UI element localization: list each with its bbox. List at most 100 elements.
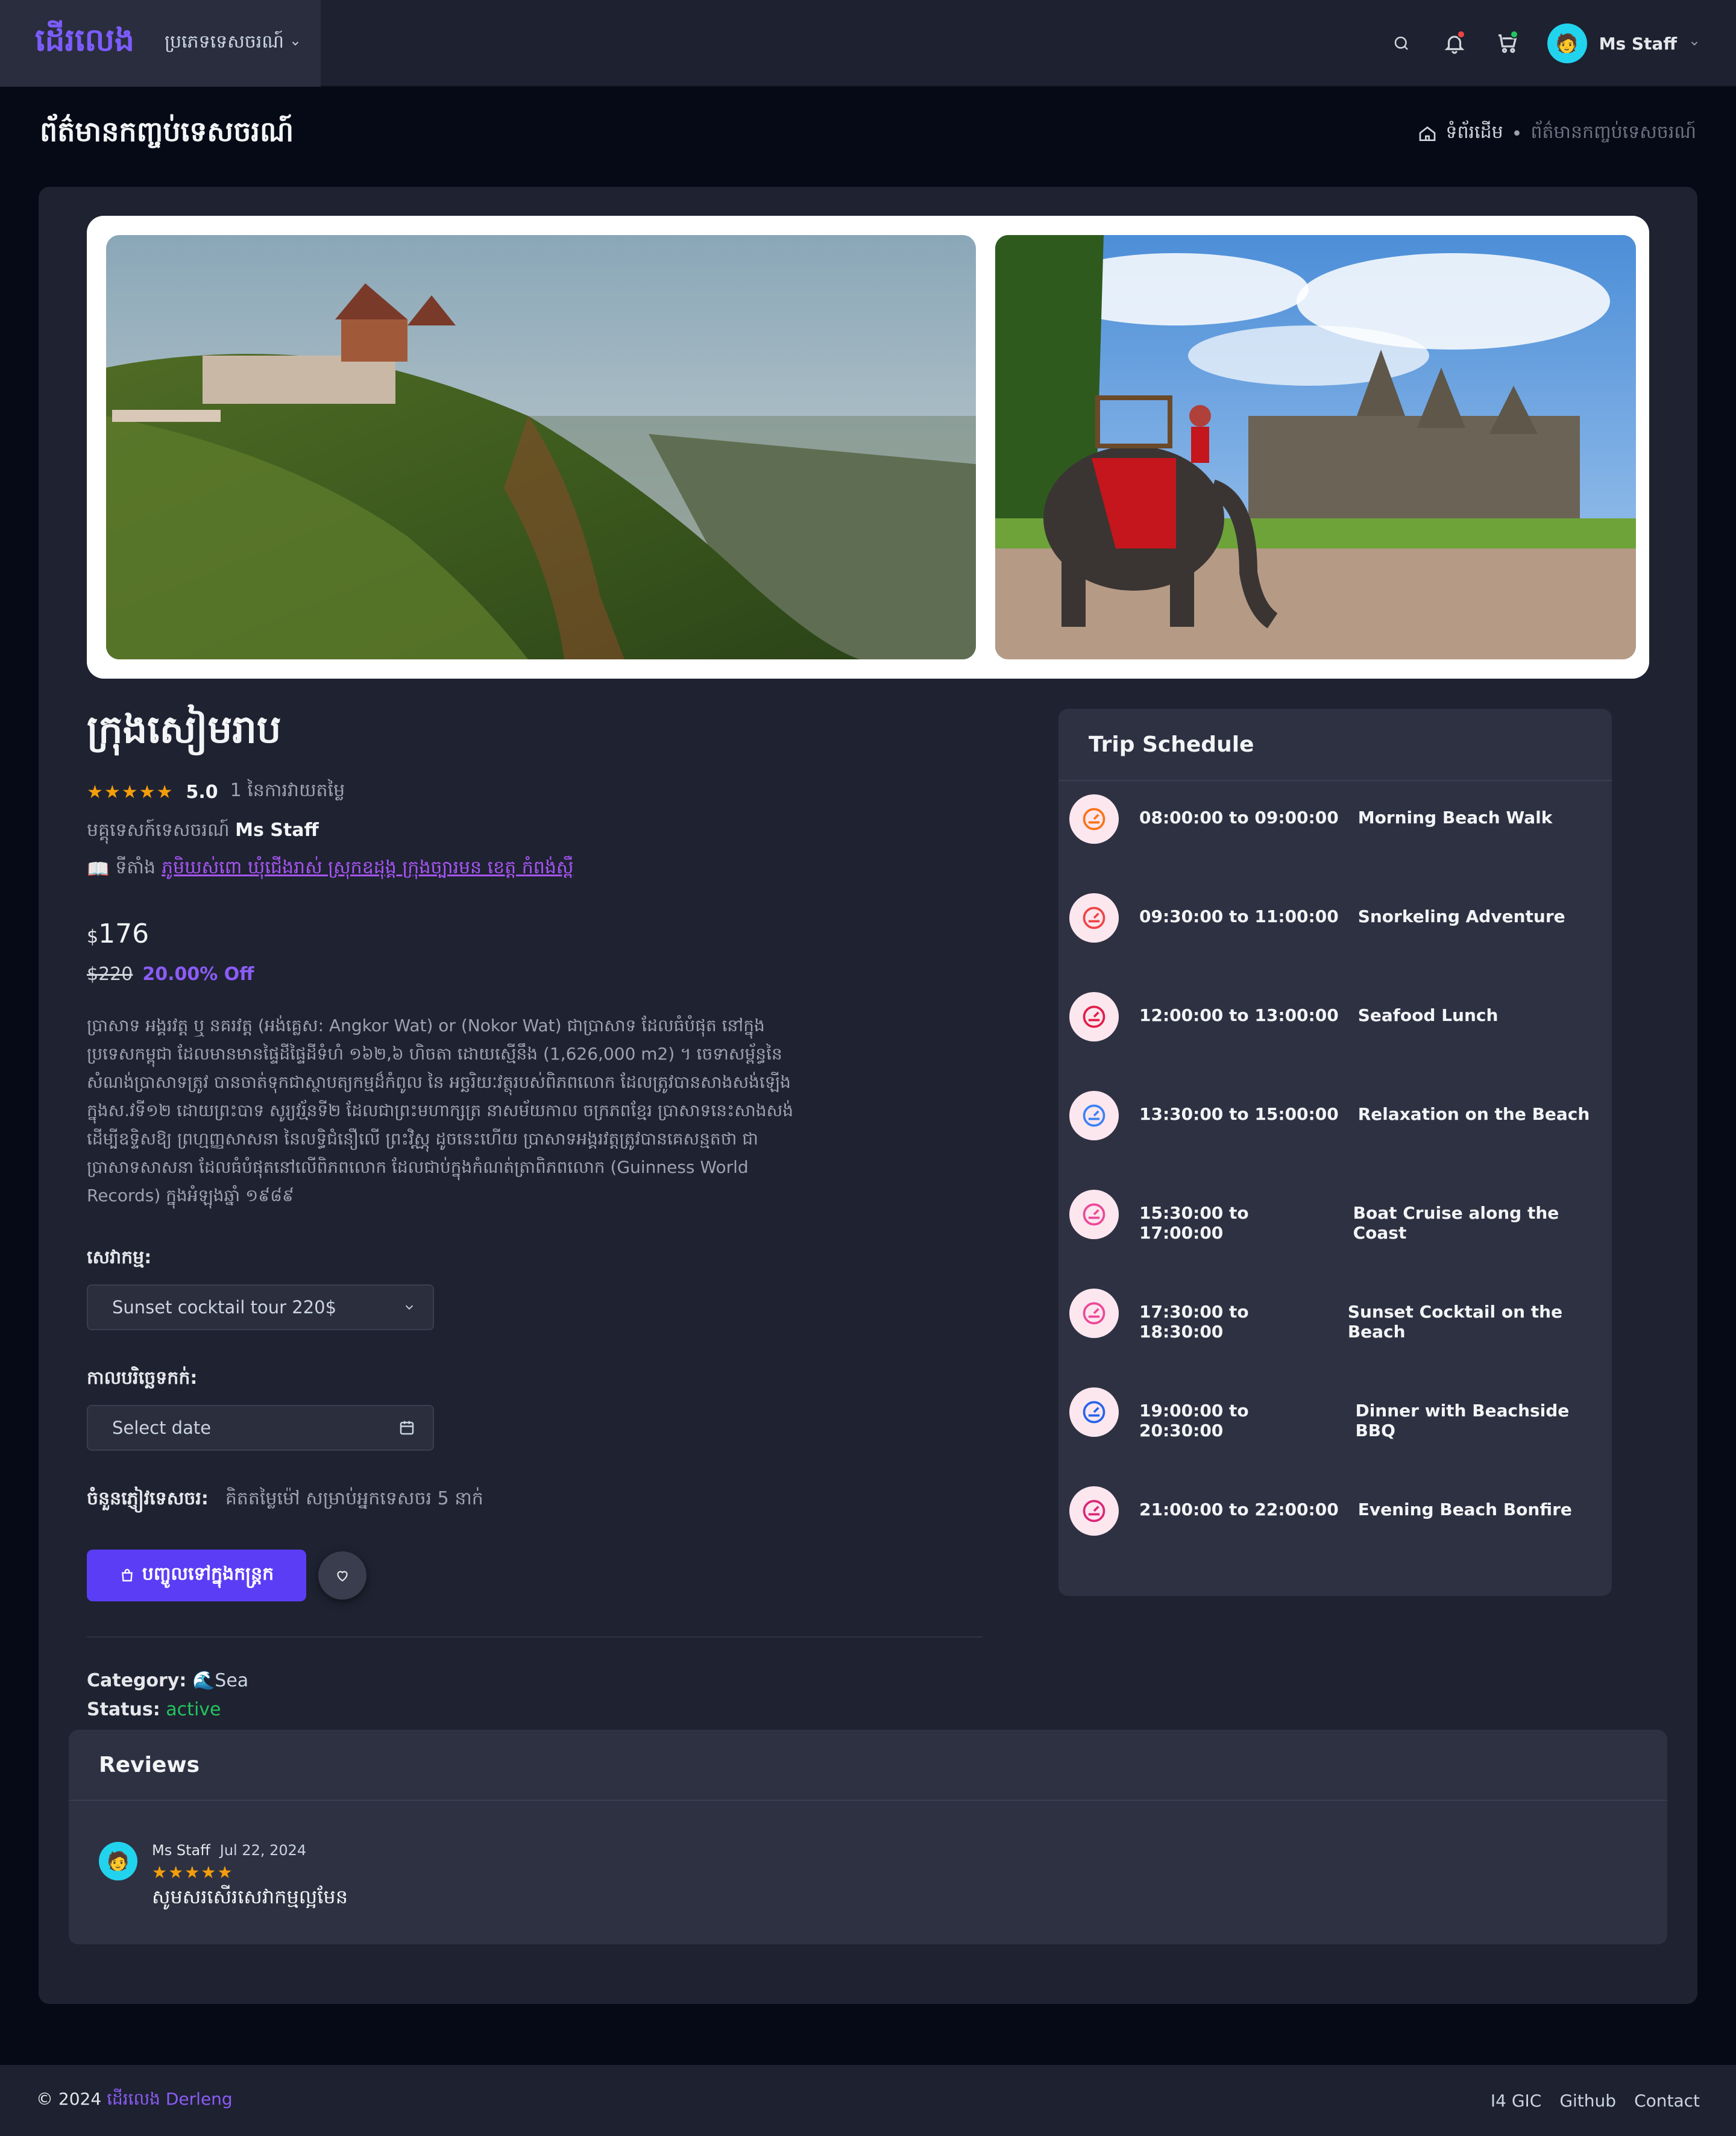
gauge-icon: [1069, 992, 1119, 1041]
brand-area: ដើរលេង ប្រភេទទេសចរណ៍: [0, 0, 321, 87]
discount-row: $220 20.00% Off: [87, 964, 1027, 985]
review-date: Jul 22, 2024: [219, 1842, 307, 1859]
category-value: Sea: [215, 1670, 249, 1691]
gauge-icon: [1069, 1091, 1119, 1140]
brand-logo[interactable]: ដើរលេង: [35, 20, 134, 66]
gauge-icon: [1069, 893, 1119, 943]
price: 176: [98, 919, 149, 949]
schedule-activity: Dinner with Beachside BBQ: [1355, 1401, 1570, 1440]
footer-brand-link[interactable]: ដើរលេង Derleng: [107, 2089, 233, 2109]
notification-dot: [1456, 30, 1465, 39]
schedule-time: 09:30:00 to 11:00:00: [1139, 906, 1339, 926]
footer-brand-kh: ដើរលេង: [107, 2088, 160, 2109]
breadcrumb-home[interactable]: ទំព័រដើម: [1445, 121, 1503, 147]
schedule-list: 08:00:00 to 09:00:00 Morning Beach Walk 09…: [1058, 781, 1612, 1585]
date-picker[interactable]: Select date: [87, 1405, 434, 1451]
service-select[interactable]: Sunset cocktail tour 220$: [87, 1284, 434, 1330]
avatar: 🧑: [1547, 24, 1587, 63]
reviews-section: Reviews 🧑 Ms Staff Jul 22, 2024 ★★★★★ សូ…: [69, 1730, 1667, 1944]
footer-link-contact[interactable]: Contact: [1634, 2091, 1700, 2111]
schedule-activity: Boat Cruise along the Coast: [1353, 1203, 1559, 1243]
heart-icon: [337, 1571, 348, 1582]
favorite-button[interactable]: [318, 1551, 366, 1600]
rating-stars: ★★★★★: [87, 781, 174, 803]
cart-icon[interactable]: [1494, 30, 1521, 57]
status-value: active: [166, 1699, 221, 1720]
gauge-icon: [1069, 1190, 1119, 1239]
reviews-title: Reviews: [69, 1730, 1667, 1801]
footer-copyright: © 2024 ដើរលេង Derleng: [36, 2088, 233, 2113]
search-icon[interactable]: [1388, 30, 1415, 57]
gauge-icon: [1069, 794, 1119, 844]
schedule-item: 17:30:00 to 18:30:00 Sunset Cocktail on t…: [1058, 1289, 1612, 1387]
category-menu-label: ប្រភេទទេសចរណ៍: [165, 31, 284, 52]
schedule-item-text: 15:30:00 to 17:00:00 Boat Cruise along th…: [1139, 1203, 1612, 1243]
schedule-item: 12:00:00 to 13:00:00 Seafood Lunch: [1058, 992, 1612, 1091]
footer-links: I4 GIC Github Contact: [1491, 2091, 1700, 2111]
old-price: $220: [87, 964, 133, 985]
schedule-activity: Relaxation on the Beach: [1357, 1104, 1590, 1124]
schedule-time: 21:00:00 to 22:00:00: [1139, 1500, 1339, 1519]
tour-info: ក្រុងសៀមរាប ★★★★★ 5.0 1 នៃការវាយតម្លៃ មគ…: [87, 705, 1027, 1724]
category-label: Category:: [87, 1670, 187, 1691]
discount-badge: 20.00% Off: [142, 964, 254, 985]
review-stars: ★★★★★: [152, 1862, 234, 1882]
gallery-photo-elephant-bayon[interactable]: [995, 235, 1636, 659]
action-buttons: បញ្ចូលទៅក្នុងកន្ត្រក: [87, 1550, 1027, 1601]
status-label: Status:: [87, 1699, 160, 1720]
schedule-activity: Morning Beach Walk: [1357, 808, 1553, 828]
service-label: សេវាកម្ម:: [87, 1247, 152, 1268]
add-to-cart-label: បញ្ចូលទៅក្នុងកន្ត្រក: [142, 1563, 274, 1585]
schedule-title: Trip Schedule: [1058, 709, 1612, 781]
guide-label: មគ្គុទេសក៍ទេសចរណ៍: [87, 820, 230, 841]
trip-schedule: Trip Schedule 08:00:00 to 09:00:00 Mornin…: [1058, 709, 1612, 1596]
schedule-item-text: 13:30:00 to 15:00:00 Relaxation on the Be…: [1139, 1104, 1590, 1124]
add-to-cart-button[interactable]: បញ្ចូលទៅក្នុងកន្ត្រក: [87, 1550, 306, 1601]
breadcrumb-current: ព័ត៌មានកញ្ចប់ទេសចរណ៍: [1530, 122, 1696, 143]
chevron-down-icon: [1691, 42, 1698, 46]
schedule-item: 08:00:00 to 09:00:00 Morning Beach Walk: [1058, 794, 1612, 893]
copyright-text: © 2024: [36, 2088, 102, 2109]
bell-icon[interactable]: [1441, 30, 1468, 57]
chevron-down-icon: [292, 42, 299, 46]
divider: [87, 1636, 983, 1638]
breadcrumb-separator: •: [1511, 123, 1523, 145]
guide-name: Ms Staff: [235, 820, 319, 841]
schedule-activity: Evening Beach Bonfire: [1357, 1500, 1572, 1519]
home-icon: [1420, 126, 1436, 141]
category-menu[interactable]: ប្រភេទទេសចរណ៍: [165, 30, 301, 57]
schedule-item-text: 21:00:00 to 22:00:00 Evening Beach Bonfir…: [1139, 1500, 1572, 1519]
rating-count: 1 នៃការវាយតម្លៃ: [230, 780, 345, 801]
location-link[interactable]: ភូមិឃស់ពោ ឃុំជើងរាស់ ស្រុកឧដុង្គ ក្រុងច្…: [162, 856, 573, 882]
guests-note: គិតតម្លៃម៉ៅ សម្រាប់អ្នកទេសចរ 5 នាក់: [225, 1488, 483, 1509]
schedule-item-text: 19:00:00 to 20:30:00 Dinner with Beachsid…: [1139, 1401, 1612, 1440]
page-title: ព័ត៌មានកញ្ចប់ទេសចរណ៍: [40, 115, 294, 148]
price-row: $ 176: [87, 919, 1027, 949]
schedule-time: 13:30:00 to 15:00:00: [1139, 1104, 1339, 1124]
user-name: Ms Staff: [1599, 33, 1677, 54]
shopping-bag-icon: [121, 1569, 133, 1582]
footer-brand-en: Derleng: [165, 2088, 233, 2109]
user-menu[interactable]: 🧑 Ms Staff: [1547, 24, 1700, 63]
tour-detail-card: ក្រុងសៀមរាប ★★★★★ 5.0 1 នៃការវាយតម្លៃ មគ…: [39, 187, 1697, 2004]
footer-link-i4gic[interactable]: I4 GIC: [1491, 2091, 1541, 2111]
wave-icon: 🌊: [192, 1670, 215, 1691]
gauge-icon: [1069, 1486, 1119, 1536]
gauge-icon: [1069, 1387, 1119, 1437]
schedule-item-text: 12:00:00 to 13:00:00 Seafood Lunch: [1139, 1005, 1498, 1025]
calendar-icon[interactable]: [398, 1419, 416, 1437]
date-label: កាលបរិច្ឆេទកក់:: [87, 1368, 198, 1389]
schedule-activity: Seafood Lunch: [1357, 1005, 1499, 1025]
schedule-item: 09:30:00 to 11:00:00 Snorkeling Adventure: [1058, 893, 1612, 992]
date-placeholder: Select date: [112, 1418, 212, 1438]
gauge-icon: [1069, 1289, 1119, 1338]
schedule-item: 13:30:00 to 15:00:00 Relaxation on the Be…: [1058, 1091, 1612, 1190]
schedule-item: 15:30:00 to 17:00:00 Boat Cruise along th…: [1058, 1190, 1612, 1289]
schedule-activity: Sunset Cocktail on the Beach: [1347, 1302, 1563, 1342]
footer-link-github[interactable]: Github: [1559, 2091, 1616, 2111]
photo-gallery: [87, 216, 1649, 679]
gallery-photo-mountain-temple[interactable]: [106, 235, 976, 659]
service-selected-value: Sunset cocktail tour 220$: [112, 1297, 337, 1318]
breadcrumb: ទំព័រដើម • ព័ត៌មានកញ្ចប់ទេសចរណ៍: [1418, 121, 1696, 147]
tour-meta: Category: 🌊Sea Status: active: [87, 1666, 1027, 1724]
